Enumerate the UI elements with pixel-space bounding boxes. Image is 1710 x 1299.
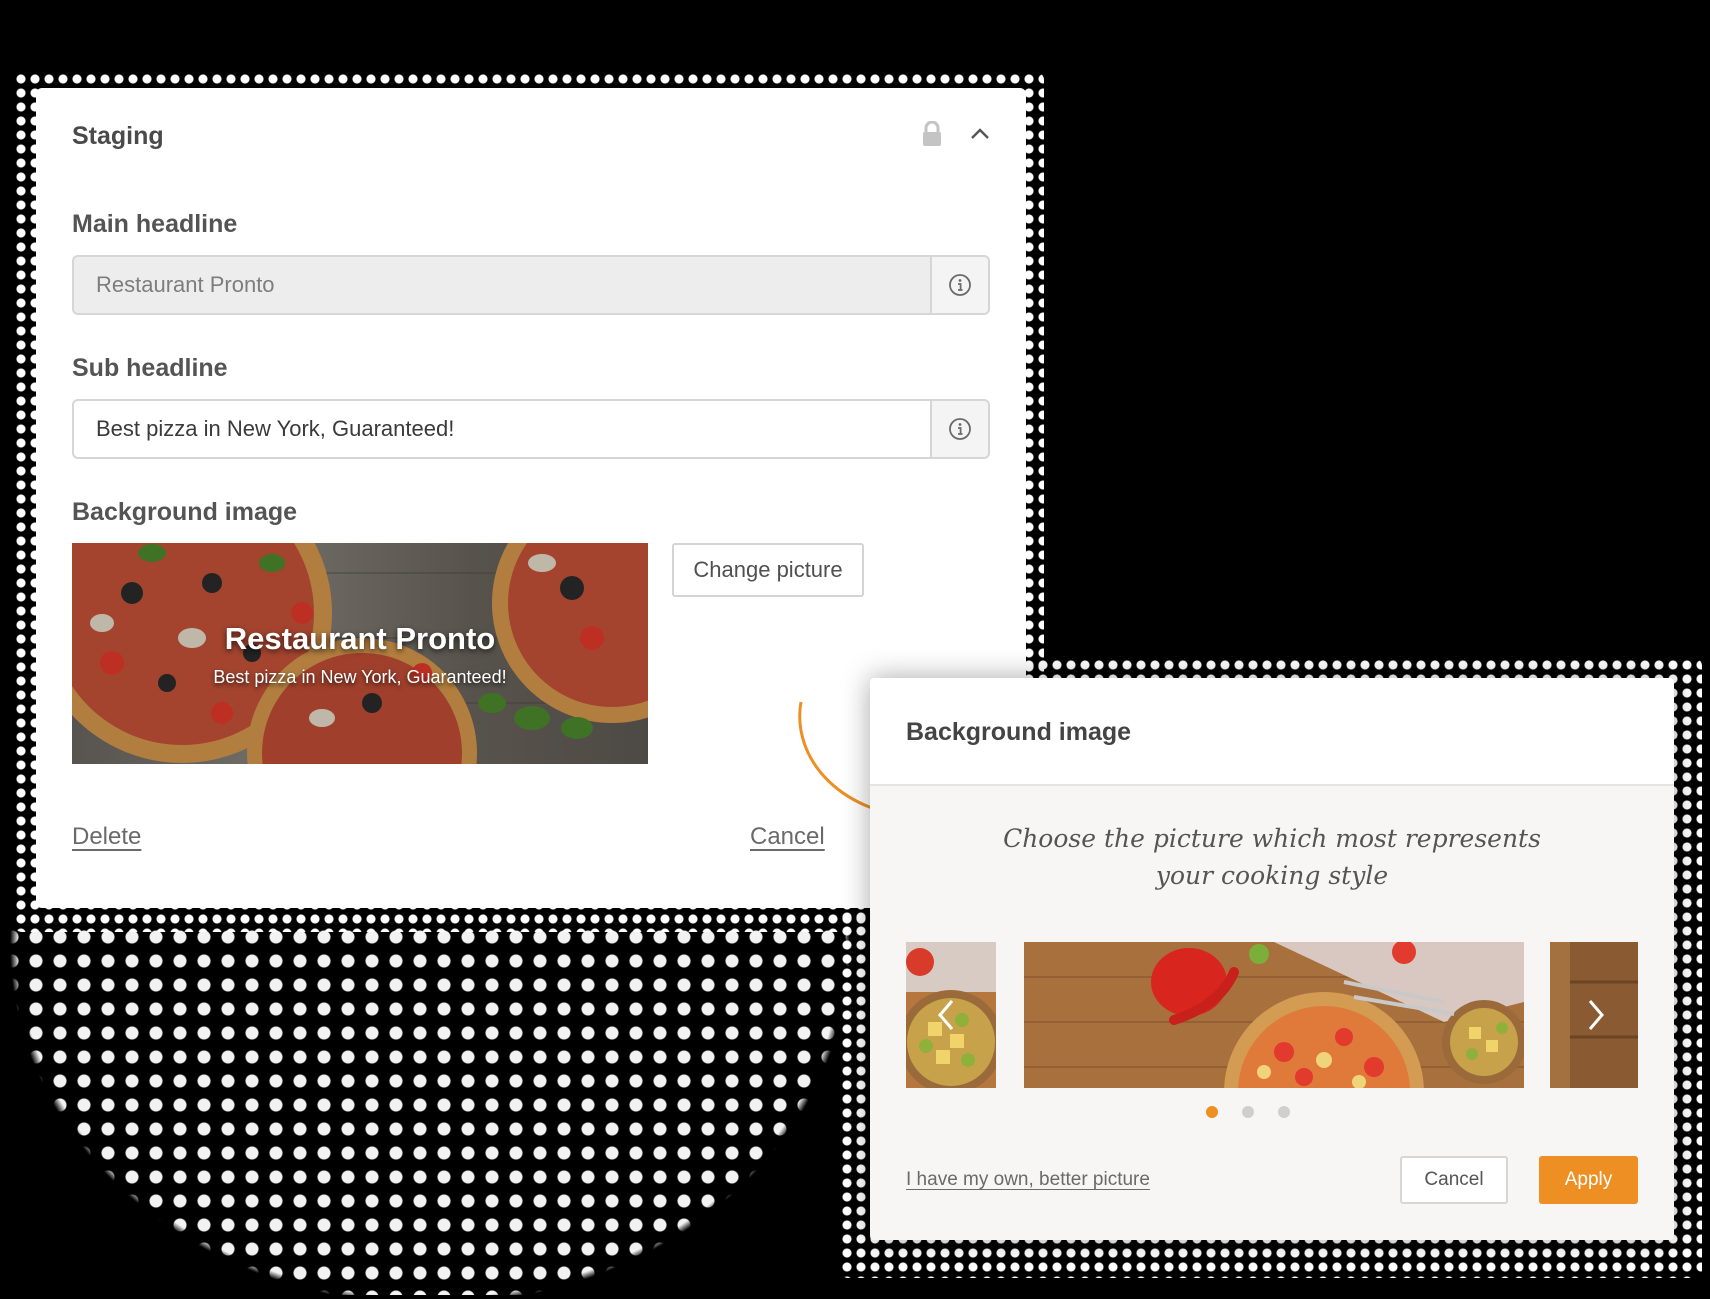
dialog-apply-button[interactable]: Apply: [1539, 1156, 1638, 1204]
change-picture-button[interactable]: Change picture: [672, 543, 864, 597]
info-icon: [949, 418, 971, 440]
chevron-left-icon: [938, 1000, 954, 1030]
carousel-prev-button[interactable]: [926, 972, 966, 1058]
dialog-cancel-button[interactable]: Cancel: [1400, 1156, 1508, 1204]
chevron-right-icon: [1588, 1000, 1604, 1030]
prompt-line-2: your cooking style: [1155, 861, 1389, 890]
food-image: [1024, 942, 1524, 1088]
own-picture-link[interactable]: I have my own, better picture: [906, 1169, 1150, 1191]
carousel-dot[interactable]: [1278, 1106, 1290, 1118]
panel-title: Staging: [72, 122, 164, 150]
carousel-dot[interactable]: [1206, 1106, 1218, 1118]
preview-title: Restaurant Pronto: [224, 621, 496, 656]
delete-button[interactable]: Delete: [72, 823, 141, 851]
main-headline-field[interactable]: Restaurant Pronto: [72, 255, 990, 315]
sub-headline-value: Best pizza in New York, Guaranteed!: [96, 416, 455, 441]
sub-headline-info-button[interactable]: [930, 401, 988, 457]
lock-icon: [923, 121, 941, 146]
chevron-up-icon[interactable]: [968, 124, 992, 144]
background-image-preview: Restaurant Pronto Best pizza in New York…: [72, 543, 648, 764]
preview-subtitle: Best pizza in New York, Guaranteed!: [213, 667, 507, 687]
main-headline-info-button[interactable]: [930, 257, 988, 313]
carousel-slide-previous[interactable]: [906, 942, 996, 1088]
carousel-slide-next[interactable]: [1550, 942, 1638, 1088]
carousel-next-button[interactable]: [1576, 972, 1616, 1058]
decorative-dot-pattern: [0, 925, 860, 1295]
main-headline-value: Restaurant Pronto: [96, 272, 275, 297]
dialog-prompt: Choose the picture which most represents…: [870, 820, 1674, 894]
sub-headline-label: Sub headline: [72, 354, 228, 382]
carousel-slide-active[interactable]: [1024, 942, 1524, 1088]
stage: Staging Main headline Restaurant Pronto …: [0, 0, 1710, 1299]
background-image-label: Background image: [72, 498, 298, 526]
main-headline-label: Main headline: [72, 210, 238, 238]
dialog-title: Background image: [906, 718, 1132, 746]
background-image-dialog: Background image Choose the picture whic…: [870, 678, 1674, 1240]
dialog-header: Background image: [870, 678, 1674, 786]
info-icon: [949, 274, 971, 296]
sub-headline-field[interactable]: Best pizza in New York, Guaranteed!: [72, 399, 990, 459]
prompt-line-1: Choose the picture which most represents: [1003, 824, 1541, 853]
carousel-dot[interactable]: [1242, 1106, 1254, 1118]
